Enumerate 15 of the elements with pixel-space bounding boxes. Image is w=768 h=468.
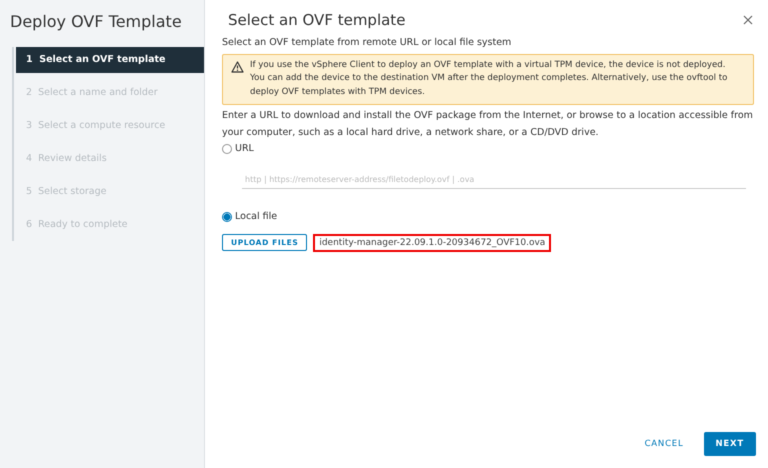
page-title: Select an OVF template (227, 11, 406, 29)
wizard-step[interactable]: 1 Select an OVF template (16, 47, 204, 73)
wizard-title: Deploy OVF Template (9, 11, 183, 33)
next-button[interactable]: NEXT (704, 432, 756, 456)
warning-text: If you use the vSphere Client to deploy an OVF template with a virtual TPM device, the device is not deployed. You can add the device to the destination VM after the deployment completes. Alternatively, use the ovftool to deploy OVF templates with TPM devices. (250, 59, 728, 99)
radio-label[interactable]: Local file (235, 211, 278, 222)
warning-icon (231, 61, 244, 73)
radio-button[interactable] (222, 144, 232, 154)
instructions-text: Enter a URL to download and install the OVF package from the Internet, or browse to a location accessible from your computer, such as a local hard drive, a network share, or a CD/DVD drive. (222, 108, 754, 140)
close-icon[interactable] (743, 15, 753, 25)
page-subtitle: Select an OVF template from remote URL or local file system (222, 37, 512, 48)
file-name: identity-manager-22.09.1.0-20934672_OVF10.ova (313, 234, 552, 252)
cancel-button[interactable]: CANCEL (636, 432, 692, 456)
radio-label[interactable]: URL (235, 143, 254, 154)
radio-button[interactable] (222, 212, 232, 222)
